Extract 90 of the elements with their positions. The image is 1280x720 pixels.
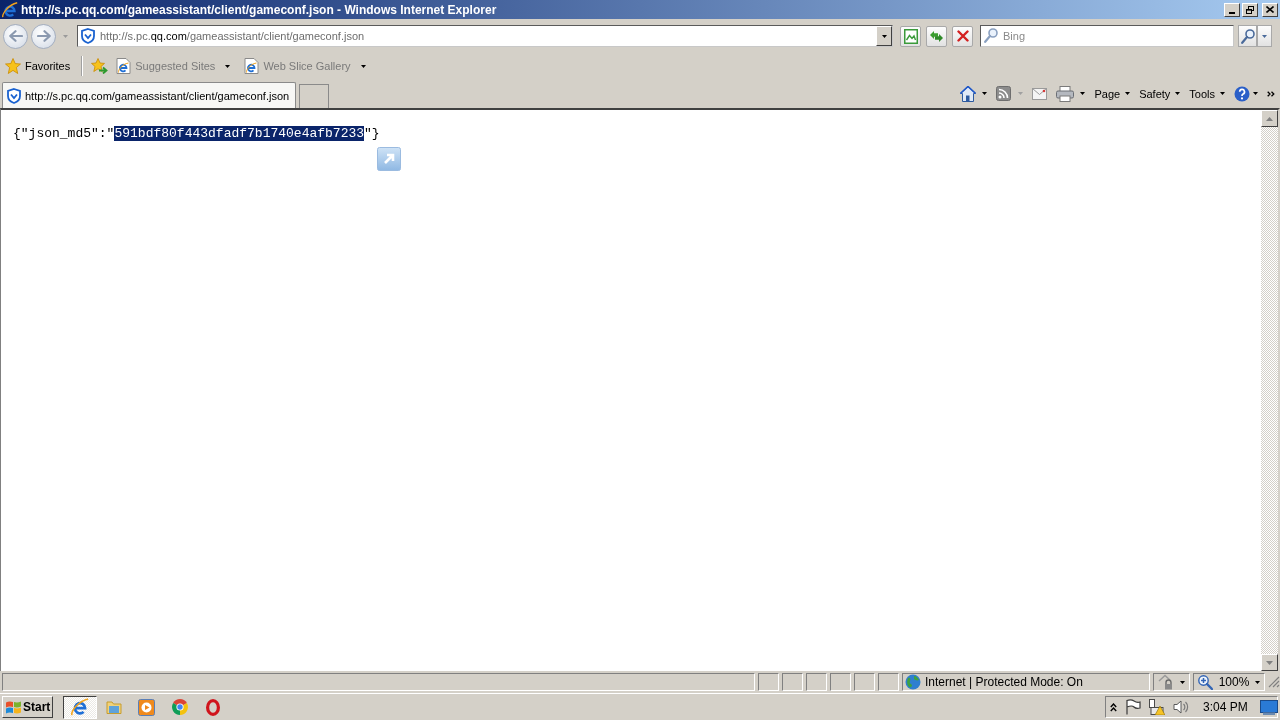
search-icon — [1240, 28, 1255, 44]
folder-icon — [105, 699, 122, 715]
taskbar-button[interactable] — [63, 695, 97, 719]
search-icon — [984, 28, 998, 43]
minimize-icon — [1229, 11, 1235, 14]
command-menu[interactable]: Tools — [1186, 82, 1228, 105]
accelerator-icon — [377, 147, 401, 171]
caret-icon — [1018, 92, 1024, 95]
globe-icon — [905, 674, 921, 690]
close-button[interactable] — [1262, 2, 1278, 17]
status-pane — [878, 673, 899, 691]
window-title: http://s.pc.qq.com/gameassistant/client/gameconf.json - Windows Internet Explorer — [21, 2, 498, 17]
home-icon — [960, 85, 977, 102]
media-player-icon — [138, 698, 155, 716]
restore-button[interactable] — [1242, 2, 1258, 17]
resize-grip-icon — [1268, 676, 1280, 688]
address-dropdown-button[interactable] — [876, 26, 892, 46]
caret-icon — [360, 64, 366, 68]
back-arrow-icon — [8, 30, 23, 42]
forward-arrow-icon — [36, 30, 51, 42]
feed-icon — [996, 86, 1012, 101]
minimize-button[interactable] — [1224, 2, 1240, 17]
caret-icon — [1125, 92, 1131, 95]
windows-logo-icon — [5, 699, 22, 715]
command-menu[interactable]: Page — [1091, 82, 1134, 105]
restore-icon — [1246, 5, 1254, 14]
search-button[interactable] — [1238, 25, 1257, 47]
shield-icon — [81, 28, 95, 44]
favorites-button[interactable]: Favorites — [2, 55, 74, 77]
stop-button[interactable] — [952, 25, 973, 47]
caret-icon — [63, 34, 68, 38]
compatibility-view-icon — [903, 28, 918, 44]
ie-logo-icon — [71, 698, 89, 716]
caret-icon — [881, 34, 887, 38]
json-text: {"json_md5":"591bdf80f443dfadf7b1740e4afb7233"} — [13, 126, 381, 141]
security-zone-text: Internet | Protected Mode: On — [925, 675, 1083, 689]
browser-tab[interactable]: http://s.pc.qq.com/gameassistant/client/gameconf.json — [2, 82, 297, 108]
stop-icon — [956, 30, 969, 42]
forward-button[interactable] — [31, 23, 56, 49]
scroll-down-button[interactable] — [1261, 654, 1278, 671]
scroll-up-button[interactable] — [1261, 110, 1278, 127]
caret-icon — [1080, 92, 1086, 95]
status-pane — [830, 673, 851, 691]
clock-text: 3:04 PM — [1203, 700, 1248, 714]
refresh-icon — [929, 29, 944, 43]
help-icon — [1234, 85, 1250, 102]
close-icon — [1266, 6, 1274, 13]
flag-icon — [1125, 699, 1141, 715]
status-pane — [854, 673, 875, 691]
caret-icon — [225, 64, 231, 68]
search-field[interactable]: Bing — [980, 25, 1234, 47]
add-favorite-icon — [91, 58, 109, 74]
speaker-icon — [1173, 699, 1189, 715]
protection-button[interactable] — [1153, 673, 1190, 691]
command-menu[interactable]: Safety — [1136, 82, 1184, 105]
caret-icon — [1180, 680, 1185, 684]
caret-icon — [1255, 680, 1260, 684]
caret-icon — [1262, 34, 1267, 38]
caret-icon — [1253, 92, 1258, 95]
zoom-icon — [1198, 674, 1213, 690]
show-hidden-icons-button[interactable] — [1110, 702, 1117, 712]
start-button[interactable]: Start — [2, 696, 53, 718]
status-pane — [806, 673, 827, 691]
zoom-button[interactable]: 100% — [1193, 673, 1265, 691]
star-icon — [5, 58, 21, 74]
shield-icon — [7, 87, 21, 104]
mail-icon — [1032, 87, 1048, 100]
opera-logo-icon — [205, 698, 220, 716]
compatibility-view-button[interactable] — [900, 25, 921, 47]
status-pane — [782, 673, 803, 691]
arrow-up-icon — [1266, 116, 1273, 121]
printer-icon — [1056, 85, 1075, 102]
caret-icon — [1220, 92, 1225, 95]
chevron-icon — [1267, 90, 1275, 97]
search-options-button[interactable] — [1257, 25, 1272, 47]
web-page-icon — [116, 58, 132, 74]
arrow-down-icon — [1266, 660, 1273, 665]
caret-icon — [982, 92, 988, 95]
chevron-up-icon — [1110, 702, 1117, 712]
network-warning-icon — [1149, 699, 1165, 715]
chrome-logo-icon — [171, 699, 188, 715]
lock-icon — [1158, 674, 1174, 690]
address-field[interactable]: http://s.pc.qq.com/gameassistant/client/gameconf.json — [77, 25, 893, 47]
back-button[interactable] — [3, 23, 28, 49]
caret-icon — [1175, 92, 1181, 95]
ie-logo-icon — [2, 1, 18, 18]
show-desktop-icon — [1259, 699, 1278, 715]
web-page-icon — [244, 58, 260, 74]
refresh-button[interactable] — [926, 25, 947, 47]
status-pane — [758, 673, 779, 691]
